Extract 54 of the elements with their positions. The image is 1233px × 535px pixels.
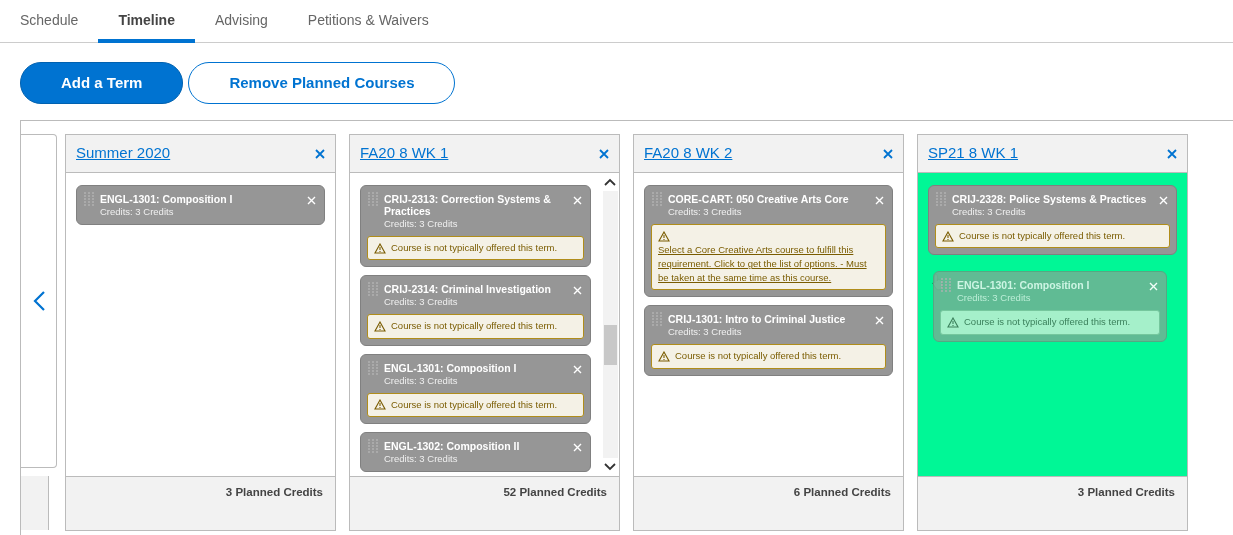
course-title: CRIJ-1301: Intro to Criminal Justice [668,313,847,326]
remove-courses-button[interactable]: Remove Planned Courses [188,62,456,104]
course-title: CORE-CART: 050 Creative Arts Core [668,193,850,205]
course-card[interactable]: ENGL-1301: Composition I Credits: 3 Credits Course is not typically offered this term. [360,353,591,424]
scrollbar[interactable] [602,191,618,458]
warning-icon [374,242,386,254]
course-credits: Credits: 3 Credits [383,374,459,387]
course-card[interactable]: CRIJ-2313: Correction Systems & Practices Credits: 3 Credits Course is not typically offered this term. [360,185,591,268]
course-card[interactable]: CRIJ-1301: Intro to Criminal Justice Credits: 3 Credits Course is not typically offered this term. [644,305,893,376]
warning-icon [947,316,959,328]
planned-credits: 52 Planned Credits [350,476,619,530]
add-term-button[interactable]: Add a Term [20,62,184,104]
course-credits: Credits: 3 Credits [667,325,743,339]
scroll-up-button[interactable] [604,178,616,186]
course-title: ENGL-1301: Composition I [957,279,1091,292]
requirement-link[interactable]: Select a Core Creative Arts course to fulfill this requirement. Click to get the list of options. - Must be taken at the same time as this course. [658,243,879,286]
course-credits: Credits: 3 Credits [383,295,459,309]
course-credits: Credits: 3 Credits [99,205,175,218]
previous-button[interactable] [31,290,46,312]
course-card[interactable]: CORE-CART: 050 Creative Arts Core Credits: 3 Credits Select a Core Creative Arts course to fulfill this requirement. Click to get the list of options. - Must be taken at the same time as this course. [644,185,893,298]
warning-icon [658,350,670,362]
course-title: ENGL-1302: Composition II [384,439,521,452]
course-title: ENGL-1301: Composition I [100,193,234,205]
tab[interactable]: Schedule [0,0,99,43]
warning-icon [658,231,670,242]
warning-text: Course is not typically offered this term. [675,349,842,364]
course-credits: Credits: 3 Credits [956,291,1032,305]
warning-text: Course is not typically offered this term. [391,319,558,334]
warning-text: Course is not typically offered this term. [391,241,558,255]
planned-credits: 3 Planned Credits [66,476,335,530]
warning-icon [942,230,954,242]
warning-icon [374,320,386,332]
course-credits: Credits: 3 Credits [951,205,1027,218]
warning-text: Course is not typically offered this term. [959,229,1126,243]
planned-credits: 3 Planned Credits [918,476,1187,530]
hand-cursor-icon [932,273,946,291]
dragged-course-card[interactable]: ENGL-1301: Composition I Credits: 3 Credits Course is not typically offered this term. [933,271,1167,342]
warning-icon [374,399,386,411]
course-credits: Credits: 3 Credits [667,205,743,218]
tab[interactable]: Timeline [98,0,195,43]
course-title: CRIJ-2313: Correction Systems & Practices [384,193,552,217]
course-title: ENGL-1301: Composition I [384,361,518,374]
course-credits: Credits: 3 Credits [383,452,459,465]
course-title: CRIJ-2314: Criminal Investigation [384,283,552,296]
course-title: CRIJ-2328: Police Systems & Practices [952,193,1148,205]
warning-text: Course is not typically offered this term. [391,397,558,412]
scroll-down-button[interactable] [604,463,616,471]
course-card[interactable]: CRIJ-2314: Criminal Investigation Credits: 3 Credits Course is not typically offered this term. [360,275,591,346]
warning-text: Course is not typically offered this term. [964,315,1131,330]
course-card[interactable]: CRIJ-2328: Police Systems & Practices Credits: 3 Credits Course is not typically offered this term. [928,185,1177,256]
tab[interactable]: Petitions & Waivers [287,0,449,43]
planned-credits: 6 Planned Credits [634,476,903,530]
course-credits: Credits: 3 Credits [383,217,459,230]
tab[interactable]: Advising [194,0,288,43]
